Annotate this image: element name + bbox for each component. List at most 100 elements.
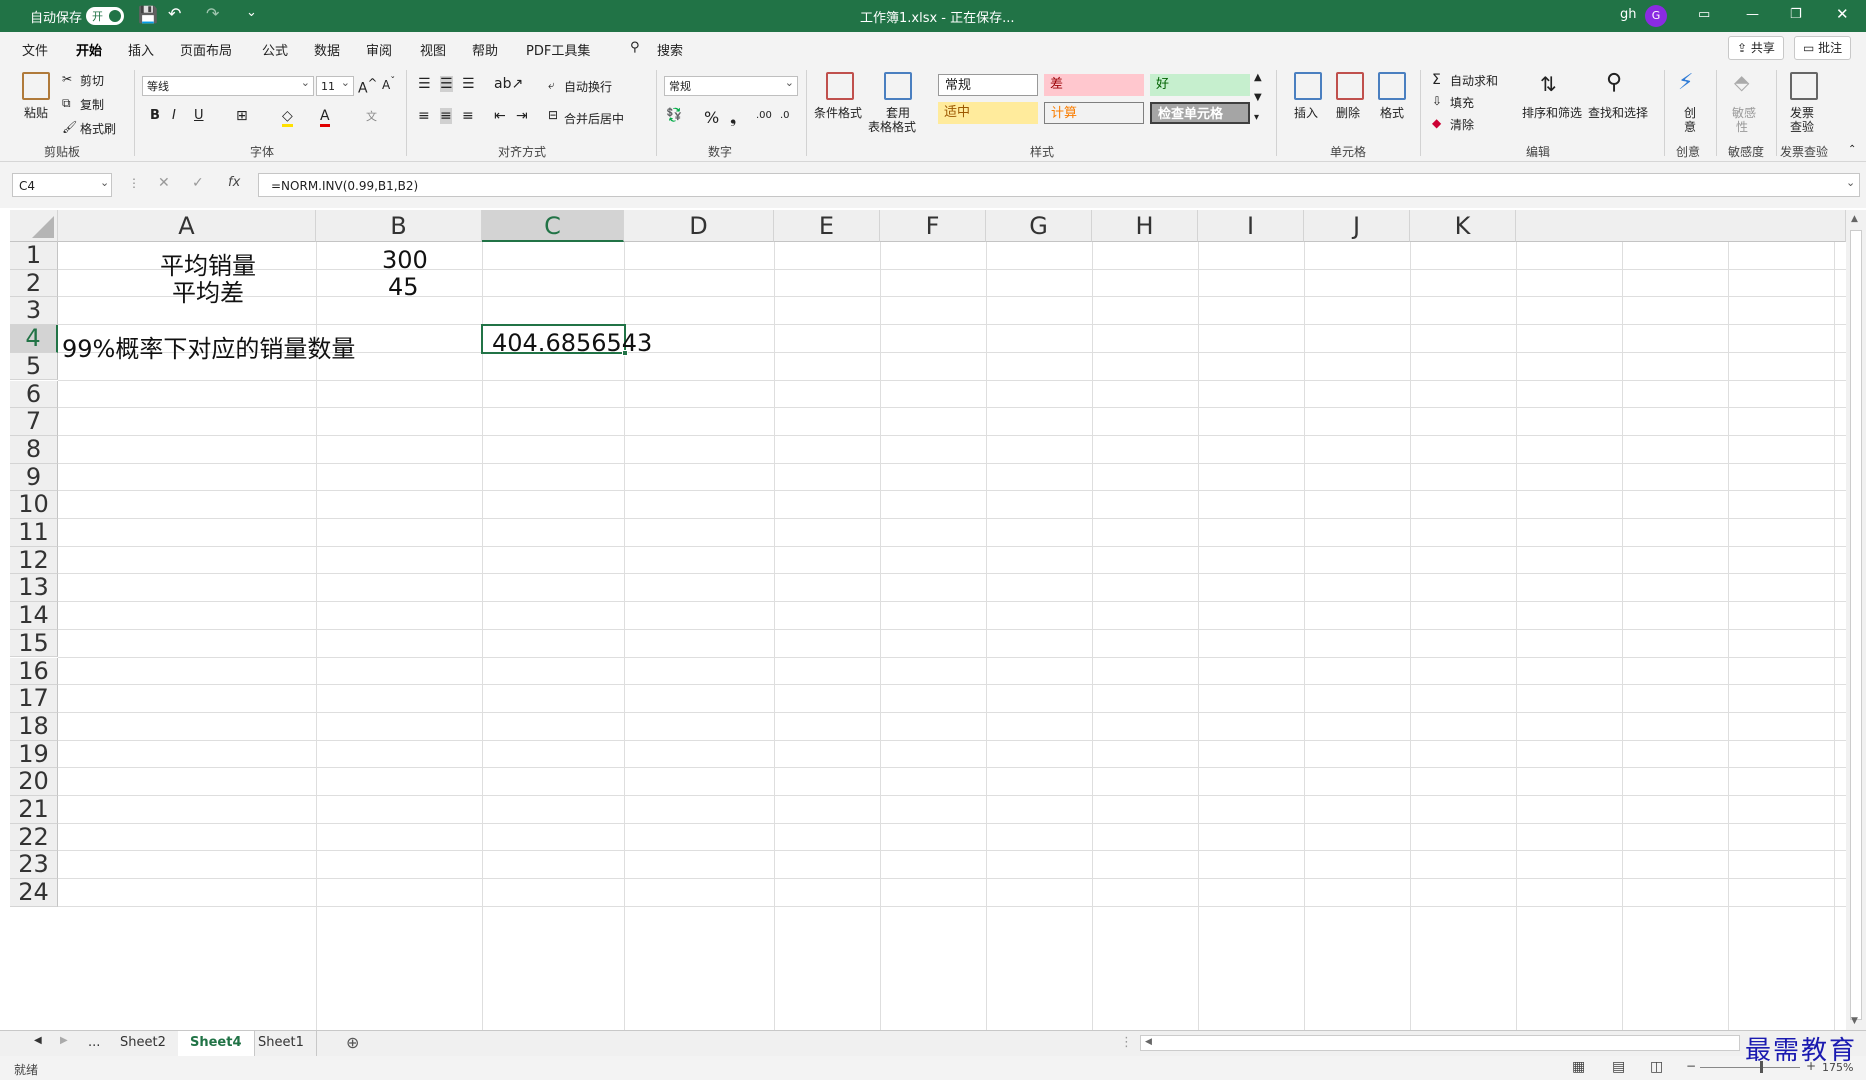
decrease-decimal-icon[interactable]: .0 — [780, 110, 790, 121]
column-header-e[interactable]: E — [774, 210, 880, 242]
row-header-13[interactable]: 13 — [10, 574, 58, 603]
ideas-icon[interactable]: ⚡ — [1678, 70, 1693, 95]
scroll-left-icon[interactable]: ◀ — [1145, 1037, 1152, 1047]
vertical-scrollbar[interactable]: ▲ ▼ — [1846, 210, 1866, 1030]
number-format-select[interactable]: 常规 — [664, 73, 798, 96]
decrease-indent-icon[interactable]: ⇤ — [494, 108, 506, 124]
fill-icon[interactable]: ⇩ — [1432, 94, 1442, 108]
paste-button[interactable]: 粘贴 — [24, 104, 48, 121]
tab-review[interactable]: 审阅 — [366, 40, 392, 59]
save-icon[interactable]: 💾 — [138, 5, 158, 24]
tab-pdf-tools[interactable]: PDF工具集 — [526, 40, 590, 59]
row-header-4[interactable]: 4 — [10, 324, 58, 353]
style-good[interactable]: 好 — [1150, 74, 1250, 96]
sensitivity-icon[interactable]: ⬘ — [1734, 70, 1749, 94]
merge-center-icon[interactable]: ⊟ — [548, 108, 558, 122]
cell-b1[interactable]: 300 — [382, 246, 428, 274]
comma-icon[interactable]: ❟ — [730, 108, 736, 128]
select-all-corner[interactable] — [10, 210, 58, 242]
formula-input[interactable]: =NORM.INV(0.99,B1,B2) — [258, 173, 1860, 197]
search-label[interactable]: 搜索 — [657, 40, 683, 59]
row-header-14[interactable]: 14 — [10, 601, 58, 630]
fill-button[interactable]: 填充 — [1450, 94, 1474, 111]
next-sheet-icon[interactable]: ▶ — [60, 1035, 68, 1046]
comments-button[interactable]: ▭ 批注 — [1794, 36, 1852, 60]
tab-data[interactable]: 数据 — [314, 40, 340, 59]
add-sheet-icon[interactable]: ⊕ — [346, 1033, 359, 1052]
column-header-j[interactable]: J — [1304, 210, 1410, 242]
scroll-track[interactable] — [1850, 230, 1862, 1020]
increase-font-icon[interactable]: A^ — [358, 76, 377, 97]
row-header-21[interactable]: 21 — [10, 795, 58, 824]
collapse-ribbon-icon[interactable]: ⌃ — [1848, 144, 1856, 155]
tab-help[interactable]: 帮助 — [472, 40, 498, 59]
copy-button[interactable]: 复制 — [80, 96, 104, 113]
align-top-icon[interactable]: ☰ — [418, 76, 431, 92]
sensitivity-label-2[interactable]: 性 — [1736, 118, 1748, 135]
increase-indent-icon[interactable]: ⇥ — [516, 108, 528, 124]
sort-filter-icon[interactable]: ⇅ — [1540, 72, 1557, 96]
column-header-a[interactable]: A — [58, 210, 316, 242]
sheet-tab-sheet4[interactable]: Sheet4 — [178, 1031, 255, 1059]
clear-button[interactable]: 清除 — [1450, 116, 1474, 133]
column-header-i[interactable]: I — [1198, 210, 1304, 242]
row-header-22[interactable]: 22 — [10, 823, 58, 852]
cell-b2[interactable]: 45 — [388, 273, 419, 301]
delete-cells-button[interactable]: 删除 — [1336, 104, 1360, 121]
scroll-up-icon[interactable]: ▲ — [1851, 214, 1858, 224]
row-header-19[interactable]: 19 — [10, 740, 58, 769]
sheet-tab-sheet2[interactable]: Sheet2 — [108, 1031, 179, 1056]
autosum-button[interactable]: 自动求和 — [1450, 72, 1498, 89]
column-header-k[interactable]: K — [1410, 210, 1516, 242]
style-neutral[interactable]: 适中 — [938, 102, 1038, 124]
more-sheets[interactable]: ... — [88, 1035, 100, 1050]
align-left-icon[interactable]: ≡ — [418, 108, 430, 124]
row-header-23[interactable]: 23 — [10, 851, 58, 880]
zoom-out-icon[interactable]: − — [1686, 1059, 1696, 1073]
insert-cells-button[interactable]: 插入 — [1294, 104, 1318, 121]
merge-center-button[interactable]: 合并后居中 — [564, 110, 624, 127]
page-layout-view-icon[interactable]: ▤ — [1612, 1059, 1625, 1075]
tab-page-layout[interactable]: 页面布局 — [180, 40, 232, 59]
cell-a4[interactable]: 99%概率下对应的销量数量 — [62, 329, 355, 364]
cancel-icon[interactable]: ✕ — [158, 175, 170, 191]
row-header-8[interactable]: 8 — [10, 435, 58, 464]
zoom-slider[interactable] — [1700, 1067, 1800, 1068]
format-cells-button[interactable]: 格式 — [1380, 104, 1404, 121]
fill-handle[interactable] — [622, 350, 628, 356]
row-header-6[interactable]: 6 — [10, 380, 58, 409]
row-header-5[interactable]: 5 — [10, 352, 58, 381]
row-header-18[interactable]: 18 — [10, 712, 58, 741]
autosave-toggle[interactable]: 开 — [86, 7, 124, 25]
expand-formula-bar-icon[interactable]: ⌄ — [1846, 176, 1855, 189]
row-header-9[interactable]: 9 — [10, 463, 58, 492]
tab-view[interactable]: 视图 — [420, 40, 446, 59]
worksheet-grid[interactable]: A B C D E F G H I J K 1 2 3 4 5 6 7 8 9 10 11 12 13 1… — [10, 210, 1846, 1030]
cut-icon[interactable]: ✂ — [62, 72, 72, 86]
invoice-label-2[interactable]: 查验 — [1790, 118, 1814, 135]
redo-icon[interactable]: ↷ — [206, 4, 219, 23]
border-icon[interactable]: ⊞ — [236, 108, 248, 124]
insert-cells-icon[interactable] — [1294, 72, 1322, 100]
copy-icon[interactable]: ⧉ — [62, 96, 71, 111]
paste-icon[interactable] — [22, 72, 50, 100]
format-cells-icon[interactable] — [1378, 72, 1406, 100]
sort-filter-button[interactable]: 排序和筛选 — [1522, 104, 1582, 121]
currency-icon[interactable]: 💱 — [666, 108, 682, 123]
font-size-select[interactable]: 11 — [316, 73, 354, 96]
column-header-b[interactable]: B — [316, 210, 482, 242]
font-color-icon[interactable]: A — [320, 108, 330, 127]
tab-formulas[interactable]: 公式 — [262, 40, 288, 59]
customize-toolbar-icon[interactable]: ⌄ — [246, 5, 257, 20]
style-calculation[interactable]: 计算 — [1044, 102, 1144, 124]
share-button[interactable]: ⇪ 共享 — [1728, 36, 1784, 60]
minimize-icon[interactable]: — — [1746, 7, 1759, 22]
row-header-11[interactable]: 11 — [10, 518, 58, 547]
bold-icon[interactable]: B — [150, 108, 160, 123]
column-header-h[interactable]: H — [1092, 210, 1198, 242]
align-right-icon[interactable]: ≡ — [462, 108, 474, 124]
cut-button[interactable]: 剪切 — [80, 72, 104, 89]
document-title[interactable]: 工作簿1.xlsx - 正在保存... — [860, 7, 1015, 26]
phonetic-icon[interactable]: 文 — [366, 108, 377, 124]
orientation-icon[interactable]: ab↗ — [494, 76, 523, 92]
